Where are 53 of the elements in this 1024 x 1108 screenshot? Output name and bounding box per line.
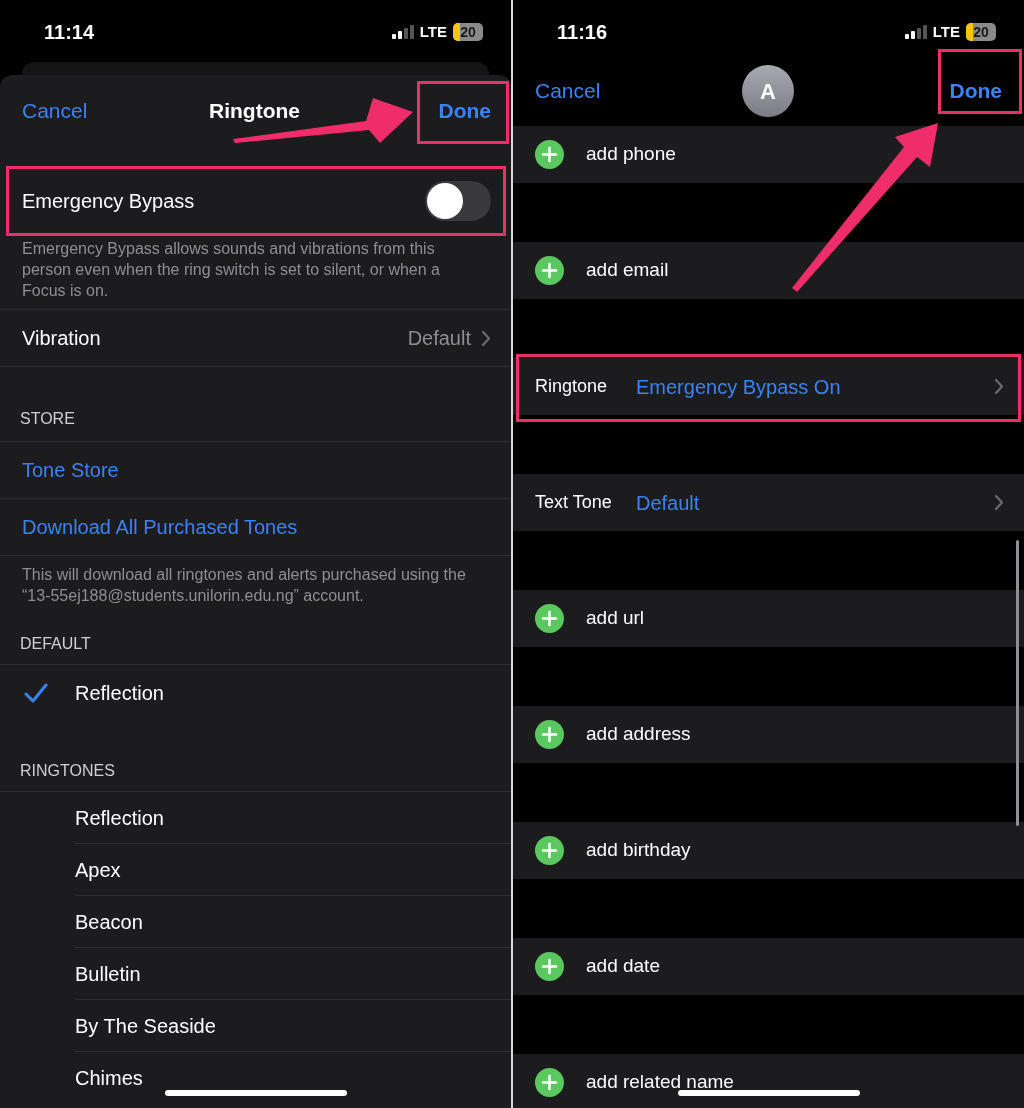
add-icon[interactable] — [535, 256, 564, 285]
setting-value: Default — [407, 326, 471, 351]
setting-label: Emergency Bypass — [22, 189, 195, 214]
section-header: DEFAULT — [19, 634, 92, 654]
link-button[interactable]: Download All Purchased Tones — [22, 512, 298, 542]
chevron-icon — [481, 329, 491, 347]
field-value[interactable]: Emergency Bypass On — [636, 371, 994, 402]
ringtone-option[interactable]: Chimes — [75, 1062, 143, 1093]
add-icon[interactable] — [535, 604, 564, 633]
add-field-label[interactable]: add phone — [586, 140, 676, 169]
setting-label: Vibration — [22, 326, 101, 351]
link-button[interactable]: Tone Store — [22, 455, 119, 485]
add-field-label[interactable]: add email — [586, 256, 669, 285]
add-icon[interactable] — [535, 140, 564, 169]
field-value[interactable]: Default — [636, 487, 994, 518]
done-button[interactable]: Done — [438, 95, 491, 127]
signal-icon — [391, 25, 414, 39]
cancel-button[interactable]: Cancel — [22, 95, 88, 127]
add-icon[interactable] — [535, 1068, 564, 1097]
status-time: 11:16 — [557, 20, 608, 45]
battery-percent: 20 — [460, 25, 476, 39]
network-label: LTE — [419, 21, 447, 42]
section-header: RINGTONES — [19, 761, 116, 781]
add-field-label[interactable]: add birthday — [586, 836, 691, 865]
add-icon[interactable] — [535, 952, 564, 981]
footnote-text: Emergency Bypass allows sounds and vibrations from this person even when the ring switch is set to silent, or when a Focus is on. — [21, 239, 441, 301]
ringtone-option[interactable]: Beacon — [75, 906, 143, 937]
ringtone-option[interactable]: By The Seaside — [75, 1010, 216, 1041]
sheet-title: Ringtone — [209, 98, 300, 125]
field-label: Ringtone — [535, 375, 609, 398]
add-field-label[interactable]: add address — [586, 720, 691, 749]
section-header: STORE — [19, 409, 76, 429]
chevron-icon — [994, 378, 1004, 395]
battery-percent: 20 — [973, 25, 989, 39]
cancel-button[interactable]: Cancel — [535, 74, 601, 107]
field-label: Text Tone — [535, 491, 613, 514]
ringtone-option[interactable]: Reflection — [75, 678, 164, 708]
signal-icon — [904, 25, 927, 39]
avatar: A — [742, 65, 794, 117]
ringtone-option[interactable]: Apex — [75, 854, 121, 885]
ringtone-option[interactable]: Bulletin — [75, 958, 141, 989]
done-button[interactable]: Done — [949, 74, 1002, 107]
add-icon[interactable] — [535, 836, 564, 865]
add-icon[interactable] — [535, 720, 564, 749]
status-time: 11:14 — [44, 20, 95, 45]
chevron-icon — [994, 494, 1004, 511]
add-field-label[interactable]: add date — [586, 952, 660, 981]
toggle-switch[interactable] — [425, 181, 491, 221]
ringtone-option[interactable]: Reflection — [75, 802, 164, 833]
network-label: LTE — [932, 21, 960, 42]
add-field-label[interactable]: add url — [586, 604, 645, 633]
footnote-text: This will download all ringtones and alerts purchased using the “13-55ej188@students.unilorin.edu.ng” account. — [0, 555, 511, 606]
add-field-label[interactable]: add related name — [586, 1068, 734, 1097]
